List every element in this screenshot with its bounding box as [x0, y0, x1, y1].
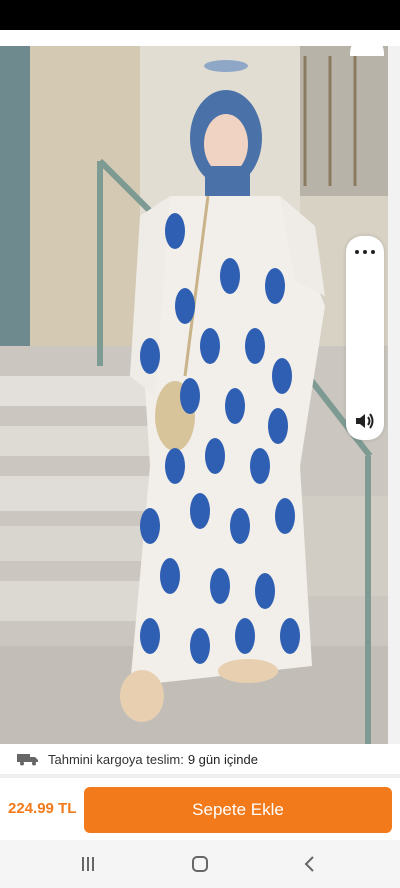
product-photo [0, 46, 388, 744]
product-image[interactable] [0, 46, 388, 744]
price: 224.99 TL [8, 800, 77, 817]
shipping-info: Tahmini kargoya teslim: 9 gün içinde [0, 744, 400, 774]
recent-apps-icon[interactable] [76, 852, 100, 876]
shipping-label: Tahmini kargoya teslim: [48, 751, 184, 767]
back-icon[interactable] [298, 852, 322, 876]
dot [363, 250, 367, 254]
add-to-cart-button[interactable]: Sepete Ekle [84, 787, 392, 833]
home-icon[interactable] [188, 852, 212, 876]
dot [355, 250, 359, 254]
sound-icon[interactable] [354, 412, 376, 430]
dot [371, 250, 375, 254]
media-control-panel [346, 236, 384, 440]
system-nav-bar [0, 840, 400, 888]
add-to-cart-bar: 224.99 TL Sepete Ekle [0, 778, 400, 840]
shipping-days: 9 gün içinde [187, 751, 258, 767]
status-bar [0, 0, 400, 30]
truck-icon [16, 752, 40, 766]
image-corner [350, 36, 384, 56]
page-edge [388, 46, 400, 744]
more-icon[interactable] [355, 244, 375, 260]
